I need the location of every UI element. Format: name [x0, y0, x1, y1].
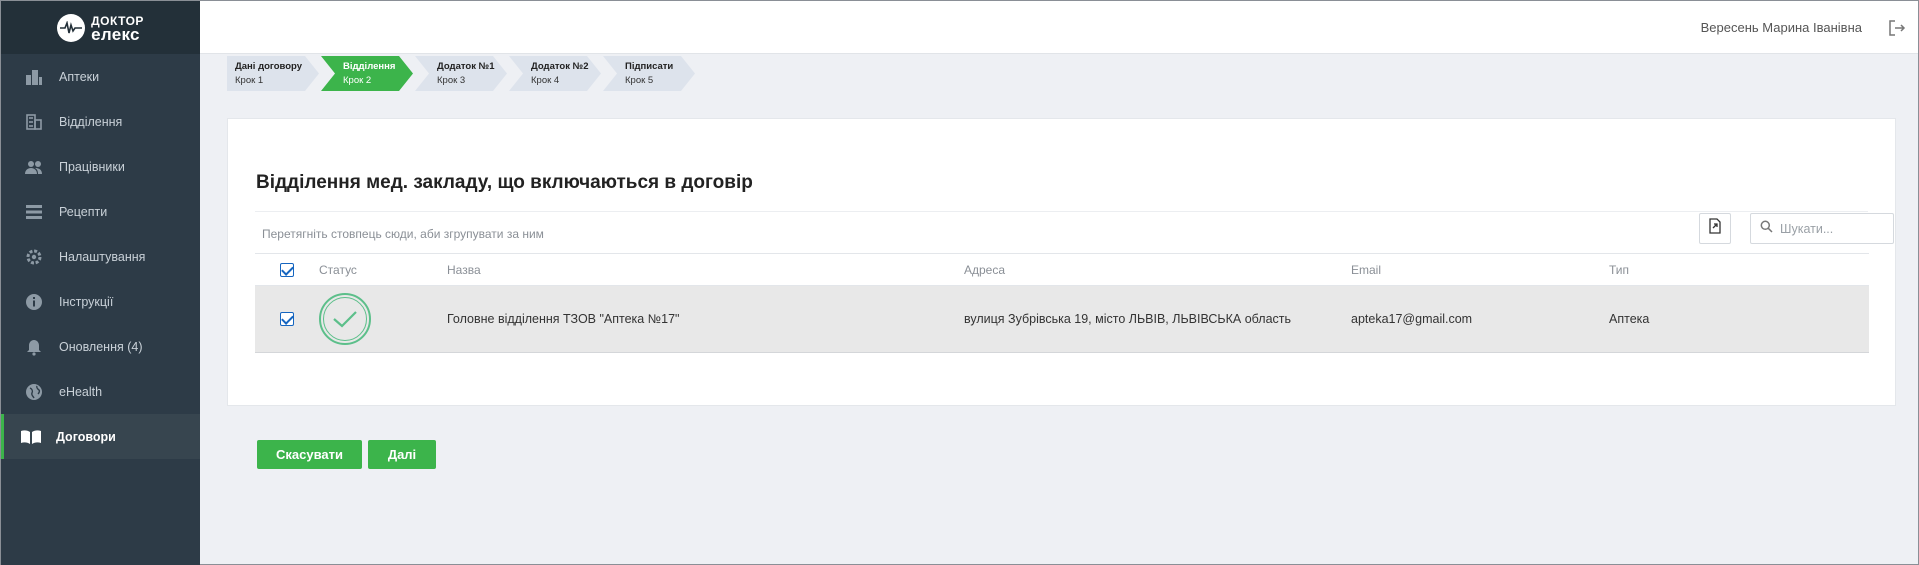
export-file-icon — [1708, 218, 1722, 239]
export-button[interactable] — [1699, 213, 1731, 244]
sidebar-nav: Аптеки Відділення Працівники Рецепти Нал… — [1, 54, 200, 459]
sidebar: ДОКТОР елекс Аптеки Відділення Працівник… — [1, 1, 200, 565]
row-checkbox[interactable] — [280, 312, 294, 327]
status-cell — [319, 285, 447, 353]
sidebar-item-ehealth[interactable]: eHealth — [1, 369, 200, 414]
type-cell: Аптека — [1609, 285, 1869, 353]
top-bar: Вересень Марина Іванівна — [200, 1, 1918, 54]
cancel-button[interactable]: Скасувати — [257, 440, 362, 469]
sidebar-item-instructions[interactable]: Інструкції — [1, 279, 200, 324]
book-icon — [20, 426, 42, 448]
step-departments[interactable]: Відділення Крок 2 — [321, 56, 413, 91]
gear-icon — [23, 246, 45, 268]
wizard-steps: Дані договору Крок 1 Відділення Крок 2 Д… — [227, 56, 697, 91]
logo[interactable]: ДОКТОР елекс — [1, 1, 200, 54]
step-sign[interactable]: Підписати Крок 5 — [603, 56, 695, 91]
sidebar-item-label: eHealth — [59, 384, 103, 399]
group-panel[interactable]: Перетягніть стовпець сюди, аби згрупуват… — [255, 211, 1894, 255]
info-icon — [23, 291, 45, 313]
sidebar-item-label: Договори — [56, 429, 116, 444]
column-header-address[interactable]: Адреса — [964, 253, 1351, 286]
sidebar-item-label: Аптеки — [59, 69, 100, 84]
step-appendix-1[interactable]: Додаток №1 Крок 3 — [415, 56, 507, 91]
building-icon — [23, 66, 45, 88]
sidebar-item-employees[interactable]: Працівники — [1, 144, 200, 189]
sidebar-item-updates[interactable]: Оновлення (4) — [1, 324, 200, 369]
sidebar-item-contracts[interactable]: Договори — [1, 414, 200, 459]
table-header-row: Статус Назва Адреса Email Тип — [255, 253, 1869, 286]
bell-icon — [23, 336, 45, 358]
step-appendix-2[interactable]: Додаток №2 Крок 4 — [509, 56, 601, 91]
column-header-name[interactable]: Назва — [447, 253, 964, 286]
column-header-type[interactable]: Тип — [1609, 253, 1869, 286]
sidebar-item-settings[interactable]: Налаштування — [1, 234, 200, 279]
sidebar-item-prescriptions[interactable]: Рецепти — [1, 189, 200, 234]
email-cell: apteka17@gmail.com — [1351, 285, 1609, 353]
search-input[interactable] — [1780, 221, 1880, 236]
people-icon — [23, 156, 45, 178]
select-all-cell — [255, 253, 319, 286]
table-row[interactable]: Головне відділення ТЗОВ "Аптека №17" вул… — [255, 285, 1869, 353]
step-contract-data[interactable]: Дані договору Крок 1 — [227, 56, 319, 91]
next-button[interactable]: Далі — [368, 440, 436, 469]
sidebar-item-label: Працівники — [59, 159, 125, 174]
user-name[interactable]: Вересень Марина Іванівна — [1701, 20, 1862, 35]
sidebar-item-label: Налаштування — [59, 249, 146, 264]
page-title: Відділення мед. закладу, що включаються … — [256, 172, 753, 193]
office-icon — [23, 111, 45, 133]
sidebar-item-label: Оновлення (4) — [59, 339, 143, 354]
sidebar-item-departments[interactable]: Відділення — [1, 99, 200, 144]
sidebar-item-label: Інструкції — [59, 294, 114, 309]
column-header-email[interactable]: Email — [1351, 253, 1609, 286]
name-cell: Головне відділення ТЗОВ "Аптека №17" — [447, 285, 964, 353]
row-select-cell — [255, 285, 319, 353]
group-hint: Перетягніть стовпець сюди, аби згрупуват… — [262, 227, 544, 241]
search-icon — [1760, 220, 1773, 238]
select-all-checkbox[interactable] — [280, 262, 294, 277]
sidebar-item-pharmacies[interactable]: Аптеки — [1, 54, 200, 99]
departments-card: Відділення мед. закладу, що включаються … — [227, 118, 1896, 406]
logout-icon[interactable] — [1888, 19, 1906, 37]
pulse-logo-icon — [57, 13, 86, 42]
sidebar-item-label: Відділення — [59, 114, 123, 129]
column-header-status[interactable]: Статус — [319, 253, 447, 286]
list-icon — [23, 201, 45, 223]
departments-table: Статус Назва Адреса Email Тип Головне ві… — [255, 253, 1869, 353]
sidebar-item-label: Рецепти — [59, 204, 108, 219]
status-approved-icon — [319, 293, 371, 345]
address-cell: вулиця Зубрівська 19, місто ЛЬВІВ, ЛЬВІВ… — [964, 285, 1351, 353]
globe-icon — [23, 381, 45, 403]
logo-text: ДОКТОР елекс — [91, 13, 144, 44]
search-box[interactable] — [1750, 213, 1894, 244]
